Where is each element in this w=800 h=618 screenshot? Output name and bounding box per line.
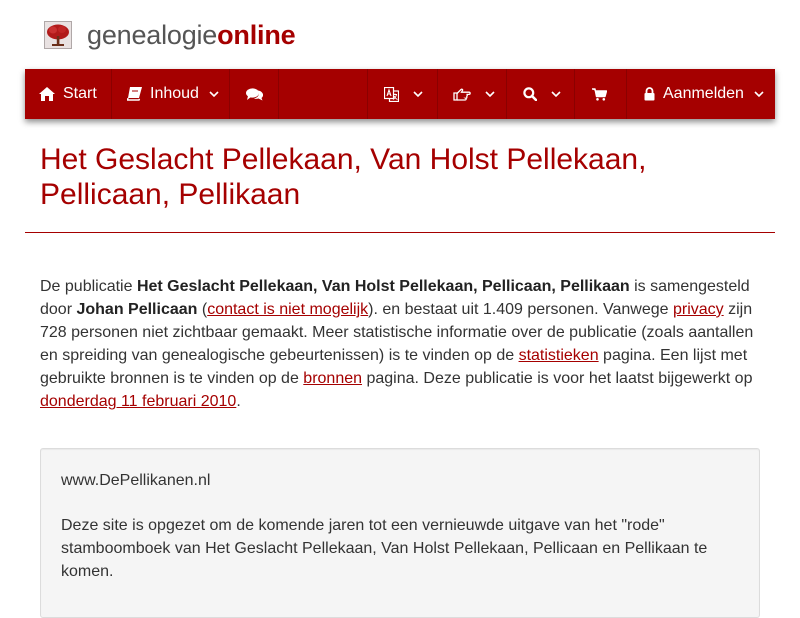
description-title: www.DePellikanen.nl xyxy=(61,472,211,489)
book-icon xyxy=(127,87,142,101)
nav-start[interactable]: Start xyxy=(25,69,112,119)
chevron-down-icon xyxy=(413,90,423,97)
page-title: Het Geslacht Pellekaan, Van Holst Pellek… xyxy=(40,142,760,212)
nav-inhoud[interactable]: Inhoud xyxy=(112,69,230,119)
intro-text: ( xyxy=(197,301,208,318)
brand-part1: genealogie xyxy=(87,20,218,50)
nav-inhoud-label: Inhoud xyxy=(150,85,199,102)
description-text: Deze site is opgezet om de komende jaren… xyxy=(61,517,708,580)
brand-name: genealogieonline xyxy=(87,19,296,51)
intro-text: De publicatie xyxy=(40,278,137,295)
chevron-down-icon xyxy=(754,90,764,97)
last-updated-date-link[interactable]: donderdag 11 februari 2010 xyxy=(40,393,236,410)
nav-login[interactable]: Aanmelden xyxy=(627,69,775,119)
nav-forum[interactable] xyxy=(230,69,279,119)
nav-spacer xyxy=(279,69,368,119)
nav-login-label: Aanmelden xyxy=(663,85,744,102)
description-well: www.DePellikanen.nl Deze site is opgezet… xyxy=(40,448,760,618)
chevron-down-icon xyxy=(209,90,219,97)
chevron-down-icon xyxy=(551,90,561,97)
lock-icon xyxy=(644,87,655,101)
tree-logo-icon xyxy=(44,21,72,49)
author-name: Johan Pellicaan xyxy=(76,301,198,318)
cart-icon xyxy=(592,87,607,101)
intro-text: ). en bestaat uit 1.409 personen. Vanweg… xyxy=(368,301,673,318)
publication-name: Het Geslacht Pellekaan, Van Holst Pellek… xyxy=(136,278,630,295)
brand-part2: online xyxy=(217,20,296,50)
search-icon xyxy=(523,87,537,101)
site-logo[interactable]: genealogieonline xyxy=(44,18,296,52)
nav-language[interactable] xyxy=(368,69,438,119)
translate-icon xyxy=(384,86,399,102)
nav-start-label: Start xyxy=(63,85,97,102)
home-icon xyxy=(39,87,55,101)
page-title-line1: Het Geslacht Pellekaan, Van Holst Pellek… xyxy=(40,143,647,176)
contact-link[interactable]: contact is niet mogelijk xyxy=(207,301,368,318)
publication-intro: De publicatie Het Geslacht Pellekaan, Va… xyxy=(40,275,760,413)
page-title-line2: Pellicaan, Pellikaan xyxy=(40,178,301,211)
privacy-link[interactable]: privacy xyxy=(673,301,724,318)
main-navbar: Start Inhoud Aanmelden xyxy=(25,69,775,119)
intro-text: . xyxy=(236,393,241,410)
hand-point-icon xyxy=(453,88,471,101)
nav-tools[interactable] xyxy=(438,69,507,119)
sources-link[interactable]: bronnen xyxy=(303,370,362,387)
title-divider xyxy=(25,232,775,233)
statistics-link[interactable]: statistieken xyxy=(519,347,599,364)
chevron-down-icon xyxy=(485,90,495,97)
nav-search[interactable] xyxy=(507,69,575,119)
comments-icon xyxy=(246,87,263,100)
nav-cart[interactable] xyxy=(575,69,627,119)
intro-text: pagina. Deze publicatie is voor het laat… xyxy=(362,370,753,387)
